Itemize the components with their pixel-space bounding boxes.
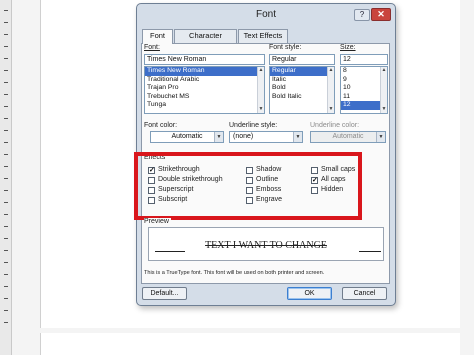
ok-button[interactable]: OK — [287, 287, 332, 300]
font-list-item[interactable]: Trebuchet MS — [145, 93, 264, 102]
scroll-down-icon[interactable]: ▼ — [381, 106, 387, 113]
preview-text: TEXT I WANT TO CHANGE — [205, 240, 327, 251]
ruler-tick — [4, 166, 8, 167]
font-color-dropdown[interactable]: Automatic ▼ — [150, 131, 224, 143]
ruler-tick — [4, 142, 8, 143]
preview-pane: TEXT I WANT TO CHANGE — [148, 227, 384, 261]
style-list-scrollbar[interactable]: ▲ ▼ — [327, 67, 334, 113]
chevron-down-icon: ▼ — [376, 132, 385, 142]
ruler-tick — [4, 106, 8, 107]
default-button[interactable]: Default... — [142, 287, 187, 300]
preview-rule-right — [359, 251, 381, 252]
ruler-tick — [4, 274, 8, 275]
ruler-tick — [4, 214, 8, 215]
help-button[interactable]: ? — [354, 9, 370, 21]
preview-label: Preview — [144, 218, 171, 225]
ruler-tick — [4, 190, 8, 191]
ruler-tick — [4, 226, 8, 227]
font-list-item[interactable]: Trajan Pro — [145, 84, 264, 93]
underline-color-label: Underline color: — [310, 122, 360, 129]
font-list-item[interactable]: Traditional Arabic — [145, 76, 264, 85]
chevron-down-icon[interactable]: ▼ — [293, 132, 302, 142]
style-list-item[interactable]: Bold — [270, 84, 334, 93]
font-style-label: Font style: — [269, 44, 302, 51]
ruler-tick — [4, 10, 8, 11]
title-bar: Font ? ✕ — [137, 4, 395, 26]
preview-rule-left — [155, 251, 185, 252]
font-label: Font: — [144, 44, 160, 51]
tab-character-spacing[interactable]: Character Spacing — [174, 29, 237, 52]
underline-color-dropdown: Automatic ▼ — [310, 131, 386, 143]
font-list-item[interactable]: Tunga — [145, 101, 264, 110]
scroll-down-icon[interactable]: ▼ — [258, 106, 264, 113]
size-list-scrollbar[interactable]: ▲ ▼ — [380, 67, 387, 113]
ruler-tick — [4, 250, 8, 251]
font-list-item[interactable]: Times New Roman — [145, 67, 264, 76]
vertical-ruler — [0, 0, 12, 355]
close-button[interactable]: ✕ — [371, 8, 391, 21]
style-list-item[interactable]: Bold Italic — [270, 93, 334, 102]
font-size-listbox[interactable]: 8 9 10 11 12 ▲ ▼ — [340, 66, 388, 114]
font-color-value: Automatic — [171, 133, 203, 140]
ruler-tick — [4, 322, 8, 323]
chevron-down-icon[interactable]: ▼ — [214, 132, 223, 142]
font-name-input[interactable]: Times New Roman — [144, 54, 265, 65]
font-style-input[interactable]: Regular — [269, 54, 335, 65]
scroll-up-icon[interactable]: ▲ — [381, 67, 387, 74]
ruler-tick — [4, 298, 8, 299]
font-style-listbox[interactable]: Regular Italic Bold Bold Italic ▲ ▼ — [269, 66, 335, 114]
font-listbox[interactable]: Times New Roman Traditional Arabic Trajan … — [144, 66, 265, 114]
ruler-tick — [4, 202, 8, 203]
cancel-button[interactable]: Cancel — [342, 287, 387, 300]
ruler-tick — [4, 178, 8, 179]
ruler-tick — [4, 310, 8, 311]
ruler-tick — [4, 22, 8, 23]
ruler-tick — [4, 34, 8, 35]
ruler-tick — [4, 70, 8, 71]
font-list-scrollbar[interactable]: ▲ ▼ — [257, 67, 264, 113]
scroll-up-icon[interactable]: ▲ — [328, 67, 334, 74]
style-list-item[interactable]: Italic — [270, 76, 334, 85]
ruler-tick — [4, 46, 8, 47]
font-color-label: Font color: — [144, 122, 178, 129]
red-highlight-box — [134, 152, 362, 220]
underline-style-value: (none) — [233, 133, 254, 140]
font-size-input[interactable]: 12 — [340, 54, 388, 65]
style-list-item[interactable]: Regular — [270, 67, 334, 76]
underline-color-value: Automatic — [332, 133, 364, 140]
underline-style-label: Underline style: — [229, 122, 278, 129]
size-label: Size: — [340, 44, 356, 51]
next-document-page — [40, 333, 460, 355]
scroll-up-icon[interactable]: ▲ — [258, 67, 264, 74]
ruler-tick — [4, 154, 8, 155]
underline-style-dropdown[interactable]: (none) ▼ — [229, 131, 303, 143]
ruler-tick — [4, 118, 8, 119]
ruler-tick — [4, 130, 8, 131]
scroll-down-icon[interactable]: ▼ — [328, 106, 334, 113]
tab-font[interactable]: Font — [142, 29, 173, 44]
preview-note: This is a TrueType font. This font will … — [144, 270, 325, 276]
ruler-tick — [4, 94, 8, 95]
ruler-tick — [4, 262, 8, 263]
ruler-tick — [4, 82, 8, 83]
ruler-tick — [4, 238, 8, 239]
ruler-tick — [4, 286, 8, 287]
ruler-tick — [4, 58, 8, 59]
tab-text-effects[interactable]: Text Effects — [238, 29, 288, 43]
